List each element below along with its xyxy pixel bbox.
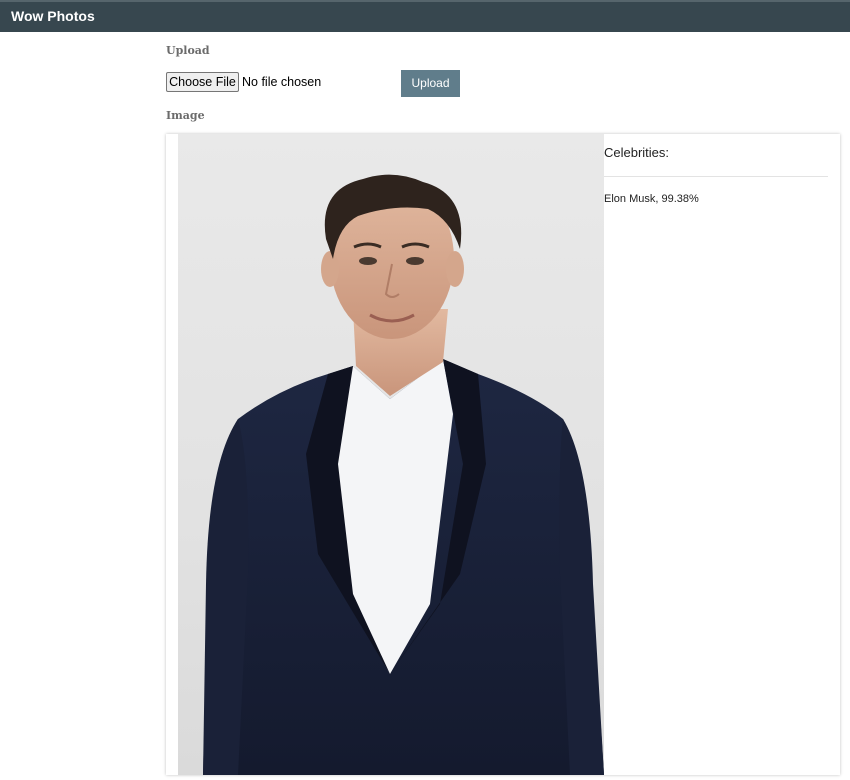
image-section-label: Image xyxy=(166,109,205,122)
upload-section-label: Upload xyxy=(166,44,210,57)
celebrities-heading: Celebrities: xyxy=(604,145,670,160)
choose-file-button[interactable]: Choose File xyxy=(166,72,239,92)
upload-button[interactable]: Upload xyxy=(401,70,460,97)
celebrity-result-item: Elon Musk, 99.38% xyxy=(604,193,699,205)
result-card: Celebrities: Elon Musk, 99.38% xyxy=(166,134,840,775)
uploaded-photo xyxy=(178,134,604,775)
portrait-illustration xyxy=(203,174,604,775)
divider xyxy=(604,176,828,177)
file-status-text: No file chosen xyxy=(242,75,322,89)
top-navbar: Wow Photos xyxy=(0,0,850,32)
app-title[interactable]: Wow Photos xyxy=(11,8,95,24)
